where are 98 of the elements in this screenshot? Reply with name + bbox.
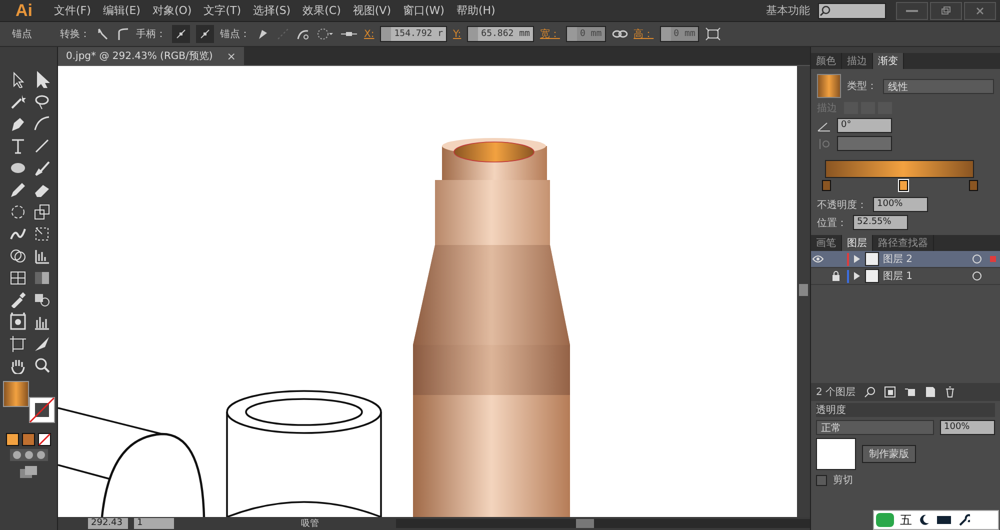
minimize-icon	[906, 10, 918, 12]
page-field[interactable]: 1	[134, 518, 174, 529]
current-tool-label: 吸管	[300, 518, 320, 530]
color-stop[interactable]	[969, 180, 978, 191]
menu-item[interactable]: 选择(S)	[247, 3, 297, 18]
height-label: 高：	[634, 28, 654, 41]
lock-icon[interactable]	[832, 271, 840, 281]
menu-item[interactable]: 对象(O)	[146, 3, 198, 18]
scroll-thumb[interactable]	[576, 519, 594, 528]
panel-tab[interactable]: 图层	[842, 235, 873, 251]
menu-item[interactable]: 窗口(W)	[396, 3, 450, 18]
y-field[interactable]: 65.862 mm	[467, 26, 534, 42]
document-tab[interactable]: 0.jpg* @ 292.43% (RGB/预览) ×	[58, 47, 244, 65]
scale-icon	[32, 202, 50, 220]
layer-name: 图层 1	[883, 270, 914, 283]
convert-label: 转换：	[60, 28, 90, 41]
restore-button[interactable]	[930, 2, 962, 20]
make-mask-button[interactable]: 制作蒙版	[862, 445, 916, 463]
clip-label: 剪切	[833, 474, 853, 487]
handle-icon	[175, 28, 187, 40]
layer-row[interactable]: 图层 1	[811, 268, 1000, 285]
color-stop[interactable]	[899, 180, 908, 191]
type-label: 类型：	[847, 80, 877, 93]
opacity-label: 不透明度：	[817, 198, 867, 212]
aspect-ratio-field[interactable]	[837, 136, 892, 151]
anchor-label: 锚点：	[220, 28, 250, 41]
x-field[interactable]: 154.792 r	[380, 26, 448, 42]
dotted-anchor-icon[interactable]	[316, 27, 334, 41]
zoom-field[interactable]: 292.43	[88, 518, 128, 529]
layer-count: 2 个图层	[816, 386, 856, 399]
opacity-field[interactable]: 100%	[873, 197, 928, 212]
new-layer-icon[interactable]	[924, 386, 936, 398]
eye-icon[interactable]	[812, 255, 824, 263]
close-button[interactable]	[964, 2, 996, 20]
blend-mode-dropdown[interactable]: 正常	[816, 420, 934, 435]
transform-icon[interactable]	[705, 27, 722, 41]
artboard-icon	[8, 334, 26, 352]
width-label: 宽：	[540, 28, 560, 41]
ime-logo	[876, 513, 894, 527]
position-field[interactable]: 52.55%	[853, 215, 908, 230]
screen-mode-icon[interactable]	[18, 464, 38, 480]
menu-item[interactable]: 帮助(H)	[450, 3, 502, 18]
angle-field[interactable]: 0°	[837, 118, 892, 133]
layer-thumbnail	[865, 269, 879, 283]
y-label: Y:	[453, 28, 462, 40]
input-mode-toggle[interactable]: 五	[900, 512, 912, 528]
moon-icon[interactable]	[918, 514, 930, 526]
restore-icon	[939, 4, 953, 16]
gradient-mode-icon[interactable]	[22, 433, 35, 446]
menu-item[interactable]: 文字(T)	[198, 3, 248, 18]
vertical-scrollbar[interactable]	[797, 66, 810, 517]
close-tab-button[interactable]: ×	[226, 50, 236, 62]
layer-name: 图层 2	[883, 253, 914, 266]
handles-label: 手柄：	[136, 28, 166, 41]
corner-point-icon[interactable]	[96, 27, 110, 41]
position-label: 位置：	[817, 216, 847, 230]
locate-icon[interactable]	[864, 386, 876, 398]
document-title: 0.jpg* @ 292.43% (RGB/预览)	[66, 50, 213, 63]
menu-item[interactable]: 视图(V)	[346, 3, 397, 18]
menu-item[interactable]: 编辑(E)	[96, 3, 146, 18]
angle-icon	[817, 120, 831, 132]
color-mode-icon[interactable]	[6, 433, 19, 446]
horizontal-scrollbar[interactable]	[396, 519, 810, 528]
panel-tab[interactable]: 渐变	[873, 53, 904, 69]
new-sublayer-icon[interactable]	[904, 386, 916, 398]
object-thumbnail	[816, 438, 856, 470]
none-mode-icon[interactable]	[38, 433, 51, 446]
show-handles-button[interactable]	[172, 25, 190, 43]
stroke-swatch[interactable]	[28, 397, 54, 423]
search-icon	[819, 4, 831, 16]
search-field[interactable]	[818, 2, 886, 18]
opacity-field[interactable]: 100%	[940, 420, 995, 435]
menu-item[interactable]: 文件(F)	[48, 3, 97, 18]
layer-row[interactable]: 图层 2	[811, 251, 1000, 268]
clipping-mask-icon[interactable]	[884, 386, 896, 398]
scroll-thumb[interactable]	[799, 284, 808, 296]
trash-icon[interactable]	[944, 386, 956, 398]
color-stop[interactable]	[822, 180, 831, 191]
expand-arrow-icon[interactable]	[853, 255, 861, 263]
selection-type-label: 锚点	[12, 28, 32, 41]
aspect-ratio-icon	[817, 138, 831, 150]
clip-checkbox[interactable]	[816, 474, 827, 486]
minimize-button[interactable]	[896, 2, 928, 20]
gradient-type-dropdown[interactable]: 线性	[883, 78, 994, 94]
smooth-point-icon[interactable]	[116, 27, 130, 41]
handle-icon	[199, 28, 211, 40]
menu-item[interactable]: 效果(C)	[296, 3, 347, 18]
expand-arrow-icon[interactable]	[853, 272, 861, 280]
keyboard-icon[interactable]	[936, 514, 952, 526]
x-label: X:	[364, 28, 374, 40]
curvature-pen-icon	[32, 114, 50, 132]
panel-title: 透明度	[816, 403, 995, 417]
gradient-swatch[interactable]	[817, 74, 841, 98]
selection-square-icon	[990, 256, 996, 262]
workspace-switcher[interactable]: 基本功能	[766, 3, 810, 18]
fill-swatch[interactable]	[2, 381, 28, 407]
app-logo: Ai	[14, 0, 34, 20]
hide-handles-button[interactable]	[196, 25, 214, 43]
